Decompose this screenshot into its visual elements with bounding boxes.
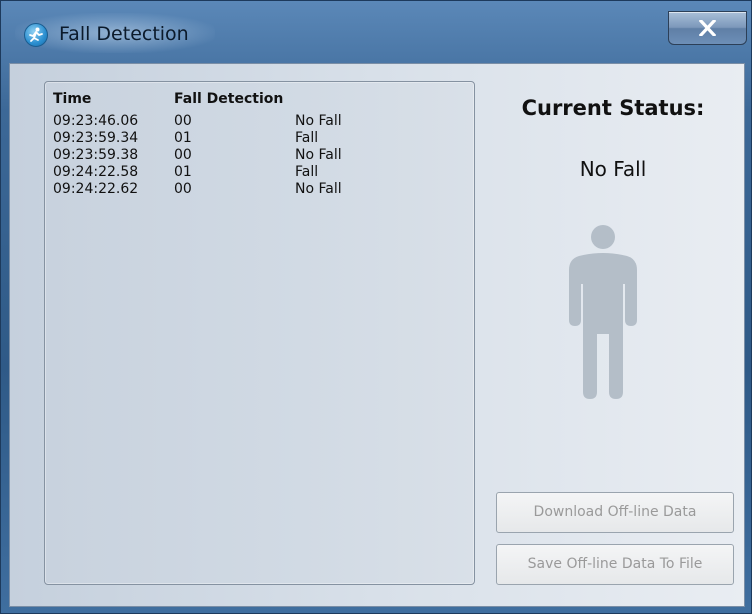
current-status-value: No Fall xyxy=(579,157,647,181)
log-row: 09:24:22.58 01 Fall xyxy=(53,164,453,181)
log-code: 00 xyxy=(174,181,192,197)
log-time: 09:24:22.62 xyxy=(53,181,139,197)
standing-person-icon xyxy=(565,224,641,406)
log-rows: 09:23:46.06 00 No Fall 09:23:59.34 01 Fa… xyxy=(53,113,453,198)
close-button[interactable] xyxy=(668,11,747,45)
log-time: 09:24:22.58 xyxy=(53,164,139,180)
current-status-heading: Current Status: xyxy=(521,96,705,120)
save-offline-data-button[interactable]: Save Off-line Data To File xyxy=(496,544,734,585)
log-row: 09:23:59.34 01 Fall xyxy=(53,130,453,147)
fall-log-list[interactable]: Time Fall Detection 09:23:46.06 00 No Fa… xyxy=(44,81,475,585)
running-person-icon xyxy=(24,23,48,47)
download-offline-data-button[interactable]: Download Off-line Data xyxy=(496,492,734,533)
log-row: 09:23:46.06 00 No Fall xyxy=(53,113,453,130)
log-code: 01 xyxy=(174,130,192,146)
app-window: Fall Detection Time Fall Detection 09:23… xyxy=(0,0,752,614)
log-status: Fall xyxy=(295,130,319,146)
time-column-header: Time xyxy=(53,91,92,107)
log-status: No Fall xyxy=(295,181,342,197)
log-time: 09:23:59.38 xyxy=(53,147,139,163)
log-status: Fall xyxy=(295,164,319,180)
window-title: Fall Detection xyxy=(59,23,189,45)
log-status: No Fall xyxy=(295,147,342,163)
log-code: 00 xyxy=(174,147,192,163)
window-client-area: Time Fall Detection 09:23:46.06 00 No Fa… xyxy=(9,63,745,607)
log-code: 01 xyxy=(174,164,192,180)
title-bar[interactable]: Fall Detection xyxy=(1,1,751,63)
log-row: 09:23:59.38 00 No Fall xyxy=(53,147,453,164)
log-time: 09:23:46.06 xyxy=(53,113,139,129)
log-status: No Fall xyxy=(295,113,342,129)
fall-detection-column-header: Fall Detection xyxy=(174,91,284,107)
log-row: 09:24:22.62 00 No Fall xyxy=(53,181,453,198)
log-time: 09:23:59.34 xyxy=(53,130,139,146)
log-code: 00 xyxy=(174,113,192,129)
close-icon xyxy=(699,20,716,36)
